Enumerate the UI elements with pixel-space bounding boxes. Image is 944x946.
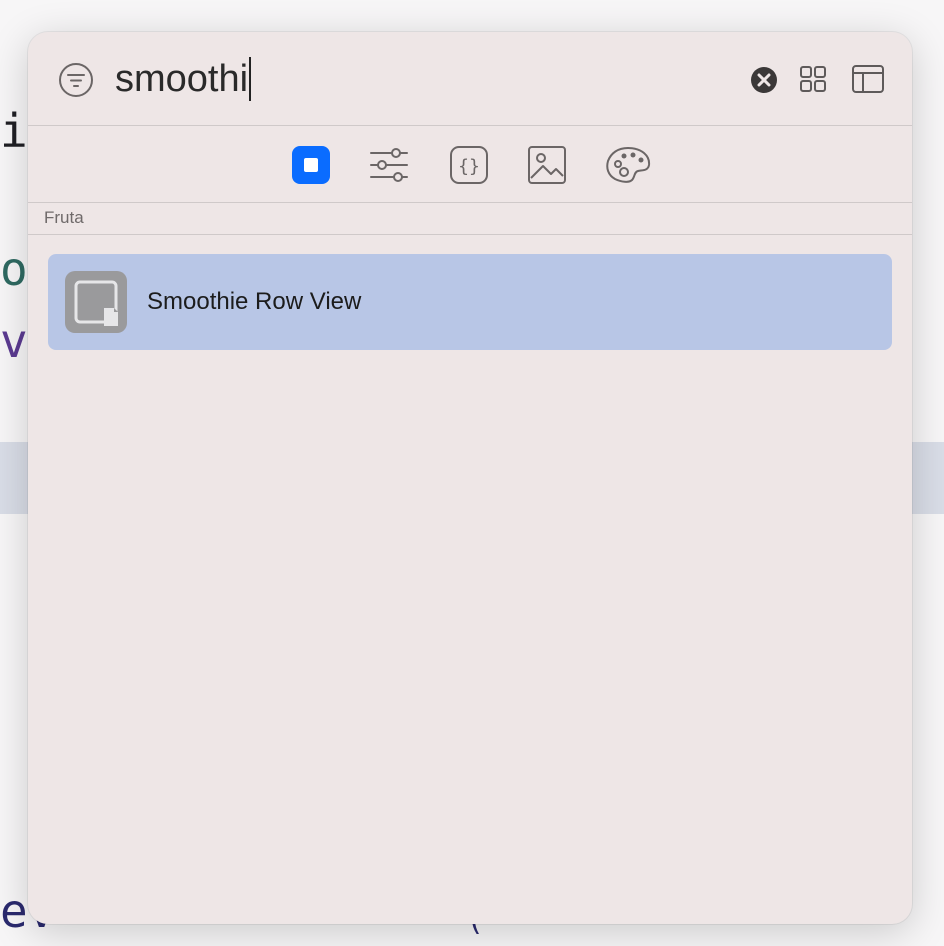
code-fragment: o xyxy=(0,242,28,296)
svg-text:{}: {} xyxy=(458,156,480,177)
result-item-label: Smoothie Row View xyxy=(147,288,362,315)
search-input[interactable]: smoothi xyxy=(115,54,252,104)
views-square-icon[interactable] xyxy=(290,144,332,186)
divider xyxy=(28,202,912,203)
divider xyxy=(28,234,912,235)
result-item-smoothie-row-view[interactable]: Smoothie Row View xyxy=(48,254,892,350)
snippets-braces-icon[interactable]: {} xyxy=(448,144,490,186)
colors-palette-icon[interactable] xyxy=(604,144,652,186)
grid-view-icon[interactable] xyxy=(798,64,828,94)
library-popover: smoothi {} Fruta Smoothie Row View xyxy=(28,32,912,924)
swiftui-view-file-icon xyxy=(65,271,127,333)
media-image-icon[interactable] xyxy=(526,144,568,186)
search-query-text: smoothi xyxy=(115,58,249,100)
results-section-header: Fruta xyxy=(44,208,84,227)
modifiers-sliders-icon[interactable] xyxy=(368,144,410,186)
sidebar-panel-icon[interactable] xyxy=(851,64,885,94)
clear-x-circle-icon[interactable] xyxy=(750,66,778,94)
library-search-bar: smoothi xyxy=(28,32,912,125)
filter-circle-icon[interactable] xyxy=(58,62,94,98)
text-caret xyxy=(249,57,252,101)
library-category-tabs: {} xyxy=(28,126,912,202)
